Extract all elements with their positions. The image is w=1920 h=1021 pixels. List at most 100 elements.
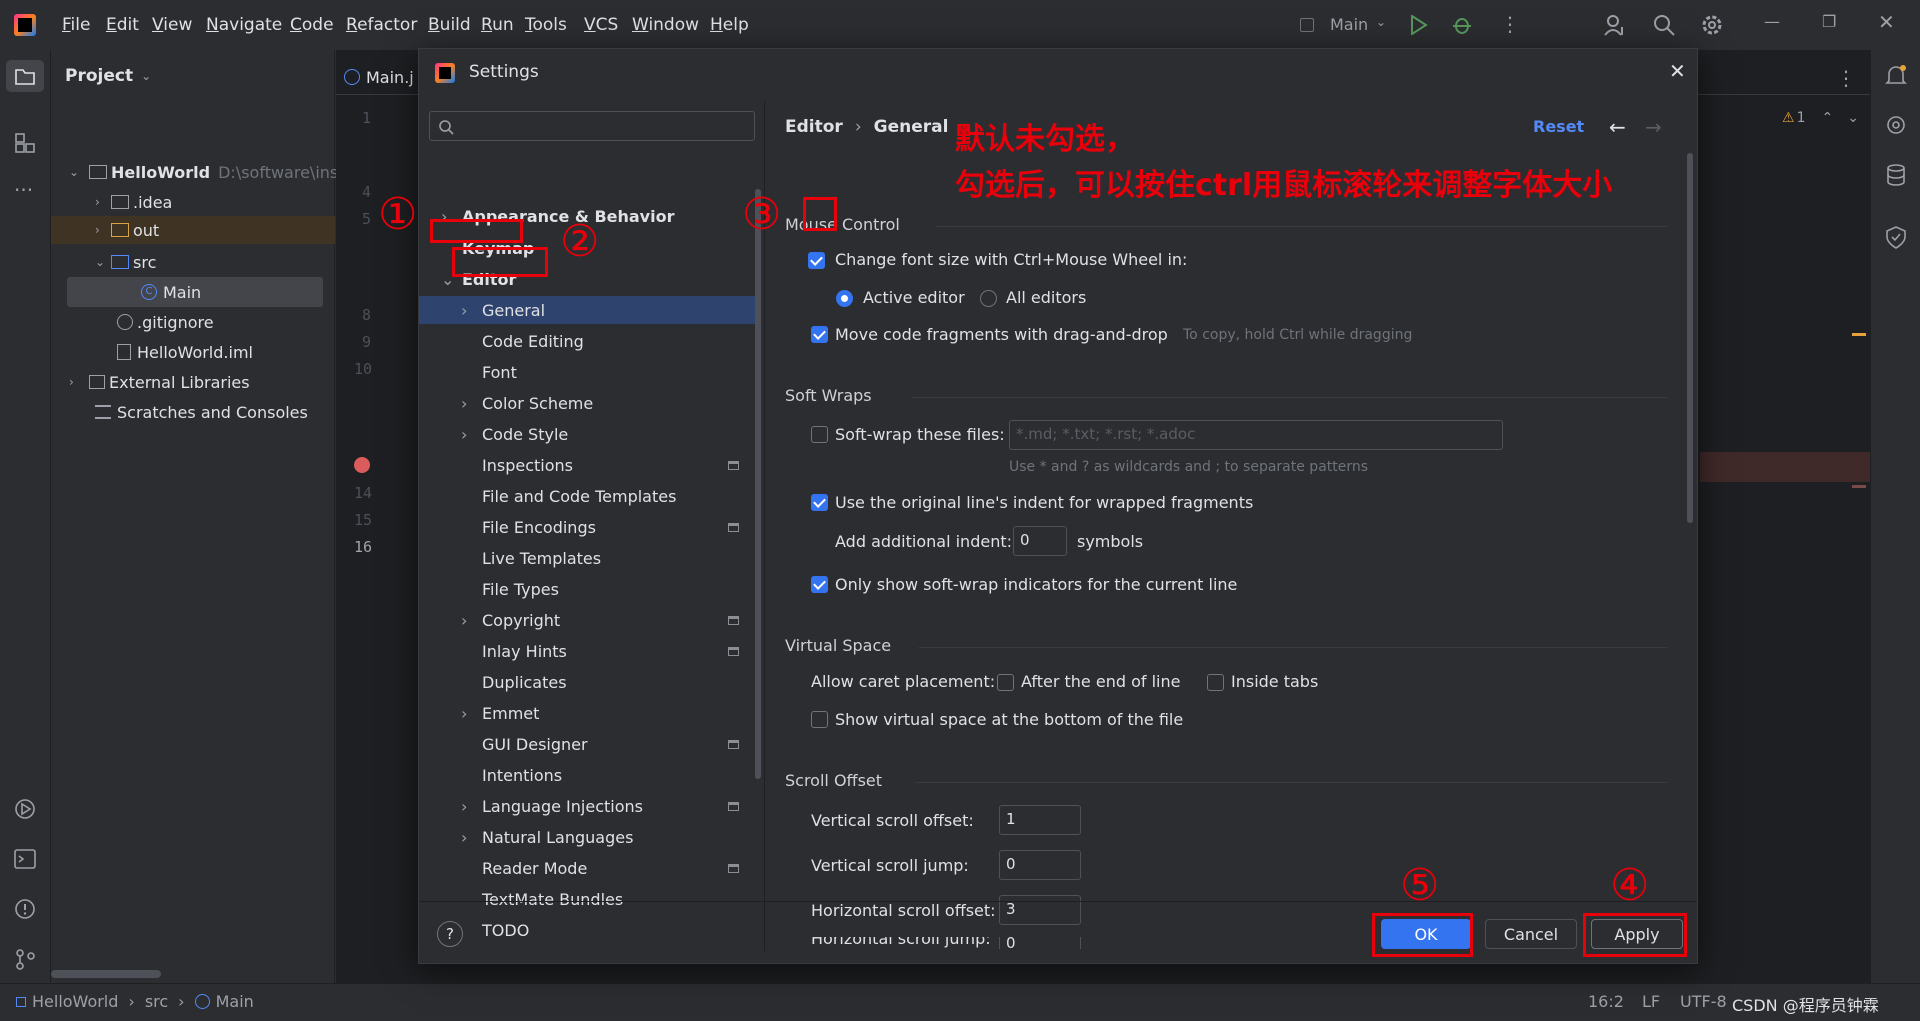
- gear-icon[interactable]: [1700, 13, 1724, 37]
- menu-vcs[interactable]: VCS: [584, 15, 618, 35]
- debug-icon[interactable]: [1451, 14, 1473, 36]
- tree-item-src[interactable]: ⌄ src: [95, 249, 156, 275]
- tab-actions-icon[interactable]: ⋮: [1836, 66, 1856, 90]
- problems-icon[interactable]: [14, 898, 36, 920]
- tree-file-code-templates[interactable]: File and Code Templates: [419, 482, 759, 510]
- drag-drop-checkbox[interactable]: [811, 326, 828, 343]
- tree-natural-languages[interactable]: › Natural Languages: [419, 823, 759, 851]
- project-view-selector[interactable]: Project ⌄: [65, 66, 151, 86]
- breadcrumb-item[interactable]: HelloWorld: [32, 992, 118, 1011]
- notifications-icon[interactable]: [1885, 64, 1907, 88]
- editor-tab-main[interactable]: Main.j: [344, 64, 414, 90]
- tree-gui-designer[interactable]: GUI Designer: [419, 730, 759, 758]
- warning-stripe-mark[interactable]: [1852, 333, 1866, 336]
- additional-indent-input[interactable]: 0: [1013, 526, 1067, 556]
- horizontal-scrollbar[interactable]: [51, 970, 161, 978]
- reset-link[interactable]: Reset: [1533, 117, 1584, 136]
- line-separator[interactable]: LF: [1642, 992, 1660, 1011]
- menu-run[interactable]: Run: [481, 15, 514, 35]
- services-icon[interactable]: [14, 798, 36, 820]
- tree-todo[interactable]: TODO: [419, 916, 759, 944]
- tree-inspections[interactable]: Inspections: [419, 451, 759, 479]
- tree-file-encodings[interactable]: File Encodings: [419, 513, 759, 541]
- tree-code-editing[interactable]: Code Editing: [419, 327, 759, 355]
- tree-live-templates[interactable]: Live Templates: [419, 544, 759, 572]
- terminal-icon[interactable]: [14, 848, 36, 870]
- breadcrumb-parent[interactable]: Editor: [785, 117, 843, 137]
- more-actions-icon[interactable]: ⋮: [1500, 12, 1520, 36]
- more-tools-icon[interactable]: ···: [14, 178, 33, 202]
- caret-position[interactable]: 16:2: [1588, 992, 1624, 1011]
- close-icon[interactable]: ✕: [1669, 59, 1686, 83]
- tree-scrollbar[interactable]: [755, 189, 761, 779]
- help-button[interactable]: ?: [437, 921, 463, 947]
- all-editors-radio[interactable]: [980, 290, 997, 307]
- tree-item-idea[interactable]: › .idea: [95, 189, 172, 215]
- horizontal-offset-input[interactable]: 3: [999, 895, 1081, 925]
- breadcrumb-item[interactable]: Main: [216, 992, 254, 1011]
- tree-copyright[interactable]: › Copyright: [419, 606, 759, 634]
- tree-item-out[interactable]: › out: [95, 217, 159, 243]
- tree-inlay-hints[interactable]: Inlay Hints: [419, 637, 759, 665]
- inside-tabs-checkbox[interactable]: [1207, 674, 1224, 691]
- menu-refactor[interactable]: Refactor: [346, 15, 417, 35]
- tree-font[interactable]: Font: [419, 358, 759, 386]
- menu-tools[interactable]: Tools: [525, 15, 567, 35]
- vertical-jump-input[interactable]: 0: [999, 850, 1081, 880]
- horizontal-jump-input[interactable]: 0: [999, 937, 1081, 949]
- softwrap-indicators-checkbox[interactable]: [811, 576, 828, 593]
- back-arrow-icon[interactable]: ←: [1609, 115, 1626, 139]
- run-icon[interactable]: [1410, 15, 1428, 35]
- menu-view[interactable]: View: [152, 15, 192, 35]
- restore-icon[interactable]: ❐: [1822, 12, 1836, 31]
- shield-icon[interactable]: [1885, 226, 1907, 250]
- search-icon[interactable]: [1652, 13, 1676, 37]
- tree-item-scratches[interactable]: Scratches and Consoles: [95, 399, 308, 425]
- breakpoint-icon[interactable]: [354, 457, 370, 473]
- tree-textmate-bundles[interactable]: TextMate Bundles: [419, 885, 759, 913]
- tree-intentions[interactable]: Intentions: [419, 761, 759, 789]
- softwrap-checkbox[interactable]: [811, 426, 828, 443]
- ai-assistant-icon[interactable]: [1885, 114, 1907, 136]
- tree-code-style[interactable]: › Code Style: [419, 420, 759, 448]
- breadcrumb-item[interactable]: src: [145, 992, 168, 1011]
- structure-icon[interactable]: [14, 132, 36, 154]
- menu-navigate[interactable]: Navigate: [206, 15, 282, 35]
- virtual-space-bottom-checkbox[interactable]: [811, 711, 828, 728]
- inspection-widget[interactable]: ⚠ 1 ⌃ ⌄: [1782, 110, 1859, 126]
- active-editor-radio[interactable]: [836, 290, 853, 307]
- tree-root[interactable]: ⌄ HelloWorld D:\software\ins: [69, 159, 338, 185]
- vertical-offset-input[interactable]: 1: [999, 805, 1081, 835]
- menu-window[interactable]: Window: [632, 15, 699, 35]
- tree-file-types[interactable]: File Types: [419, 575, 759, 603]
- menu-code[interactable]: Code: [290, 15, 334, 35]
- tree-color-scheme[interactable]: › Color Scheme: [419, 389, 759, 417]
- menu-edit[interactable]: Edit: [106, 15, 139, 35]
- menu-file[interactable]: File: [62, 15, 90, 35]
- file-encoding[interactable]: UTF-8: [1680, 992, 1727, 1011]
- tree-reader-mode[interactable]: Reader Mode: [419, 854, 759, 882]
- database-icon[interactable]: [1886, 164, 1906, 186]
- cancel-button[interactable]: Cancel: [1485, 919, 1577, 949]
- tree-item-gitignore[interactable]: .gitignore: [117, 309, 214, 335]
- close-window-icon[interactable]: ✕: [1878, 10, 1895, 34]
- project-tool-button[interactable]: [6, 60, 44, 92]
- menu-help[interactable]: Help: [710, 15, 749, 35]
- tree-item-external-libraries[interactable]: › External Libraries: [69, 369, 250, 395]
- ctrl-wheel-checkbox[interactable]: [808, 252, 825, 269]
- minimize-icon[interactable]: —: [1764, 12, 1780, 31]
- menu-build[interactable]: Build: [428, 15, 471, 35]
- forward-arrow-icon[interactable]: →: [1645, 115, 1662, 139]
- tree-language-injections[interactable]: › Language Injections: [419, 792, 759, 820]
- tree-general[interactable]: › General: [419, 296, 759, 324]
- tree-duplicates[interactable]: Duplicates: [419, 668, 759, 696]
- content-scrollbar[interactable]: [1687, 153, 1693, 523]
- breakpoint-stripe-mark[interactable]: [1852, 485, 1866, 488]
- tree-item-main[interactable]: C Main: [141, 279, 201, 305]
- settings-search-input[interactable]: [429, 111, 755, 141]
- softwrap-files-input[interactable]: *.md; *.txt; *.rst; *.adoc: [1009, 420, 1503, 450]
- tree-item-iml[interactable]: HelloWorld.iml: [117, 339, 253, 365]
- tree-emmet[interactable]: › Emmet: [419, 699, 759, 727]
- original-indent-checkbox[interactable]: [811, 494, 828, 511]
- add-user-icon[interactable]: [1603, 13, 1627, 37]
